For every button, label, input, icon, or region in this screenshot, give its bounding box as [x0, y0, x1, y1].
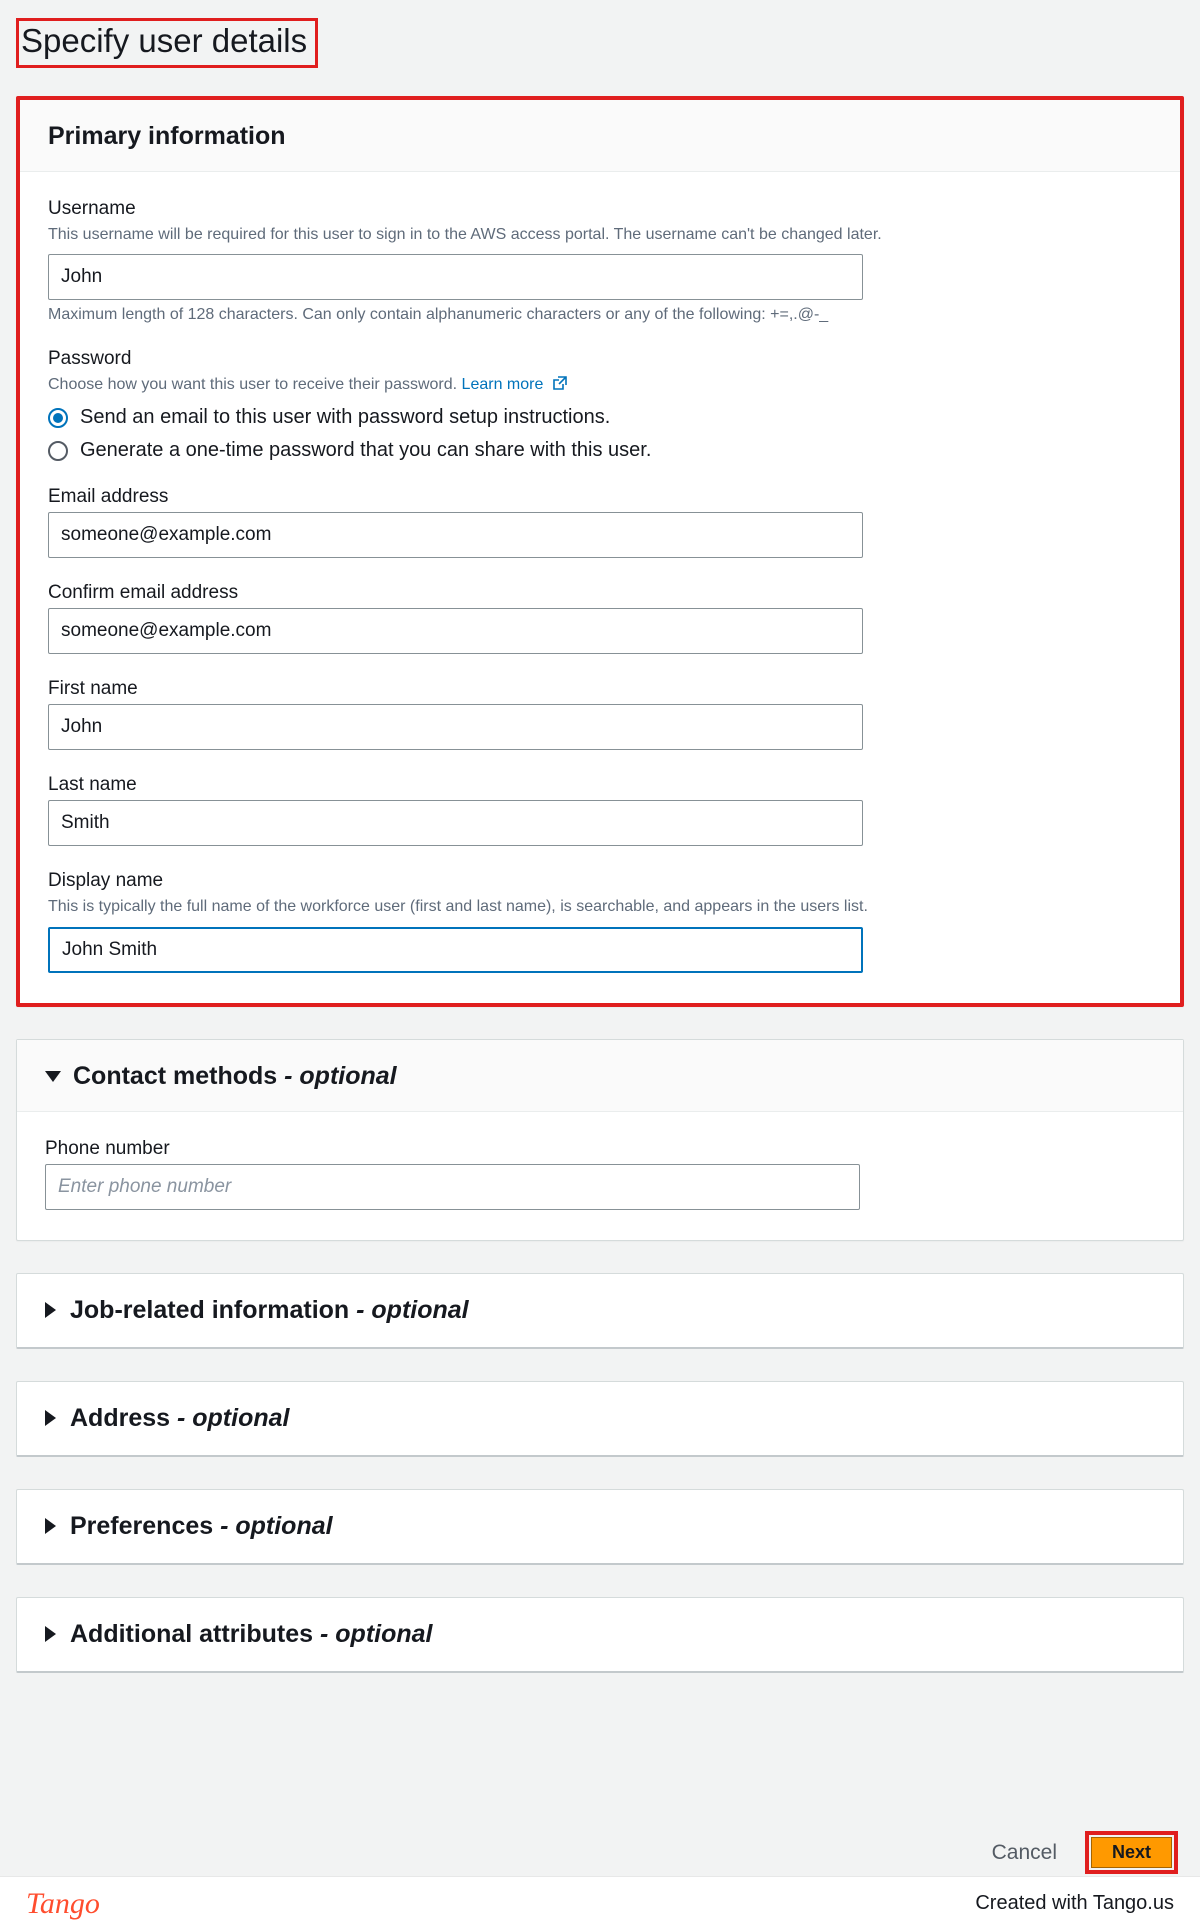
footer: Tango Created with Tango.us	[0, 1876, 1200, 1930]
password-hint-text: Choose how you want this user to receive…	[48, 376, 462, 393]
radio-icon	[48, 408, 68, 428]
footer-credit: Created with Tango.us	[975, 1892, 1174, 1915]
preferences-optional-text: - optional	[213, 1512, 332, 1540]
username-field: Username This username will be required …	[48, 198, 1152, 324]
password-option-generate-label: Generate a one-time password that you ca…	[80, 439, 651, 462]
first-name-label: First name	[48, 678, 1152, 700]
chevron-right-icon	[45, 1302, 56, 1318]
display-name-input[interactable]	[48, 927, 863, 973]
username-label: Username	[48, 198, 1152, 220]
address-header[interactable]: Address - optional	[16, 1381, 1184, 1457]
chevron-right-icon	[45, 1518, 56, 1534]
contact-optional-text: - optional	[277, 1062, 396, 1090]
primary-info-header: Primary information	[20, 100, 1180, 172]
display-name-hint: This is typically the full name of the w…	[48, 896, 1152, 918]
contact-methods-panel: Contact methods - optional Phone number	[16, 1039, 1184, 1241]
job-info-header[interactable]: Job-related information - optional	[16, 1273, 1184, 1349]
preferences-header[interactable]: Preferences - optional	[16, 1489, 1184, 1565]
confirm-email-label: Confirm email address	[48, 582, 1152, 604]
email-input[interactable]	[48, 512, 863, 558]
contact-heading-text: Contact methods	[73, 1062, 277, 1090]
email-field: Email address	[48, 486, 1152, 558]
job-heading-text: Job-related information	[70, 1296, 349, 1324]
page-title: Specify user details	[16, 18, 318, 68]
additional-attributes-header[interactable]: Additional attributes - optional	[16, 1597, 1184, 1673]
chevron-down-icon	[45, 1071, 61, 1082]
learn-more-text: Learn more	[462, 376, 544, 393]
job-optional-text: - optional	[349, 1296, 468, 1324]
first-name-field: First name	[48, 678, 1152, 750]
display-name-field: Display name This is typically the full …	[48, 870, 1152, 972]
phone-input[interactable]	[45, 1164, 860, 1210]
first-name-input[interactable]	[48, 704, 863, 750]
chevron-right-icon	[45, 1410, 56, 1426]
password-label: Password	[48, 348, 1152, 370]
job-info-heading: Job-related information - optional	[70, 1296, 469, 1325]
primary-info-heading: Primary information	[48, 122, 286, 151]
address-heading-text: Address	[70, 1404, 170, 1432]
password-hint: Choose how you want this user to receive…	[48, 374, 1152, 396]
username-input[interactable]	[48, 254, 863, 300]
password-option-email-label: Send an email to this user with password…	[80, 406, 610, 429]
primary-information-panel: Primary information Username This userna…	[16, 96, 1184, 1007]
radio-icon	[48, 441, 68, 461]
next-button-highlight: Next	[1085, 1831, 1178, 1874]
password-option-generate[interactable]: Generate a one-time password that you ca…	[48, 439, 1152, 462]
confirm-email-field: Confirm email address	[48, 582, 1152, 654]
last-name-input[interactable]	[48, 800, 863, 846]
additional-attributes-heading: Additional attributes - optional	[70, 1620, 432, 1649]
tango-logo: Tango	[26, 1887, 100, 1921]
address-optional-text: - optional	[170, 1404, 289, 1432]
additional-optional-text: - optional	[313, 1620, 432, 1648]
additional-heading-text: Additional attributes	[70, 1620, 313, 1648]
display-name-label: Display name	[48, 870, 1152, 892]
learn-more-link[interactable]: Learn more	[462, 376, 568, 393]
external-link-icon	[552, 375, 568, 391]
password-option-email[interactable]: Send an email to this user with password…	[48, 406, 1152, 429]
last-name-field: Last name	[48, 774, 1152, 846]
preferences-heading-text: Preferences	[70, 1512, 213, 1540]
chevron-right-icon	[45, 1626, 56, 1642]
preferences-heading: Preferences - optional	[70, 1512, 333, 1541]
next-button[interactable]: Next	[1091, 1837, 1172, 1868]
cancel-button[interactable]: Cancel	[992, 1841, 1057, 1865]
form-actions: Cancel Next	[992, 1831, 1178, 1874]
address-heading: Address - optional	[70, 1404, 289, 1433]
confirm-email-input[interactable]	[48, 608, 863, 654]
email-label: Email address	[48, 486, 1152, 508]
username-hint: This username will be required for this …	[48, 224, 1152, 246]
phone-label: Phone number	[45, 1138, 1155, 1160]
username-subhint: Maximum length of 128 characters. Can on…	[48, 306, 1152, 324]
password-field: Password Choose how you want this user t…	[48, 348, 1152, 462]
phone-field: Phone number	[45, 1138, 1155, 1210]
last-name-label: Last name	[48, 774, 1152, 796]
contact-methods-heading: Contact methods - optional	[73, 1062, 397, 1091]
contact-methods-header[interactable]: Contact methods - optional	[17, 1040, 1183, 1112]
